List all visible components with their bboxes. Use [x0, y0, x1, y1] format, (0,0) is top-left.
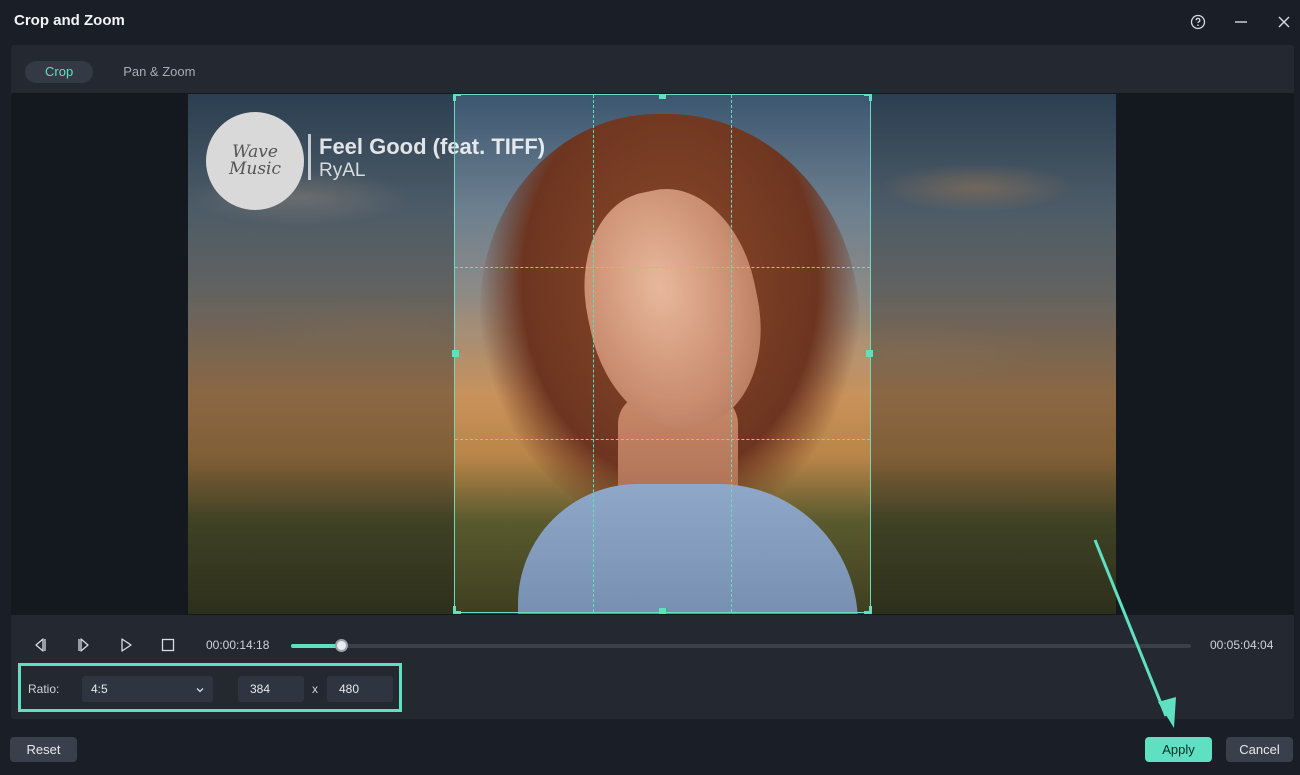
title-bar: Crop and Zoom: [0, 0, 1300, 44]
ratio-dropdown[interactable]: 4:5: [82, 676, 213, 702]
apply-button[interactable]: Apply: [1145, 737, 1212, 762]
video-preview: Wave Music Feel Good (feat. TIFF) RyAL: [188, 94, 1116, 614]
help-icon[interactable]: [1186, 10, 1210, 34]
reset-button[interactable]: Reset: [10, 737, 77, 762]
cancel-button[interactable]: Cancel: [1226, 737, 1293, 762]
song-artist: RyAL: [319, 160, 366, 181]
crop-dim-right: [871, 94, 1116, 614]
crop-height-field[interactable]: 480: [327, 676, 393, 702]
timeline-playhead[interactable]: [334, 639, 348, 652]
ratio-label: Ratio:: [28, 682, 60, 696]
crop-grid-line-h1: [455, 267, 870, 268]
crop-handle-top[interactable]: [659, 94, 666, 99]
crop-corner-top-right[interactable]: [864, 94, 872, 101]
minimize-icon[interactable]: [1229, 10, 1253, 34]
stop-icon[interactable]: [157, 634, 179, 656]
crop-corner-bottom-right[interactable]: [864, 606, 872, 614]
crop-handle-bottom[interactable]: [659, 608, 666, 614]
play-icon[interactable]: [115, 634, 137, 656]
dimension-separator: x: [312, 682, 318, 696]
crop-corner-bottom-left[interactable]: [453, 606, 461, 614]
logo-text-line2: Music: [228, 159, 282, 179]
timeline-slider[interactable]: [291, 639, 1191, 652]
crop-width-field[interactable]: 384: [238, 676, 304, 702]
crop-corner-top-left[interactable]: [453, 94, 461, 101]
step-back-icon[interactable]: [29, 634, 51, 656]
tab-pan-zoom[interactable]: Pan & Zoom: [103, 61, 215, 83]
tab-crop[interactable]: Crop: [25, 61, 94, 83]
close-icon[interactable]: [1272, 10, 1296, 34]
music-logo: Wave Music: [206, 112, 304, 210]
step-forward-icon[interactable]: [73, 634, 95, 656]
crop-grid-line-v2: [731, 95, 732, 612]
chevron-down-icon: [195, 684, 205, 698]
crop-grid-line-v1: [593, 95, 594, 612]
crop-handle-right[interactable]: [866, 350, 873, 357]
ratio-value: 4:5: [91, 682, 108, 696]
total-time: 00:05:04:04: [1210, 638, 1274, 652]
crop-frame[interactable]: [452, 94, 873, 614]
crop-grid-line-h2: [455, 439, 870, 440]
tab-bar: Crop Pan & Zoom: [25, 61, 215, 83]
main-panel: Crop Pan & Zoom Wave Music Feel Good (fe…: [11, 45, 1294, 719]
crop-handle-left[interactable]: [452, 350, 459, 357]
timeline-progress: [291, 644, 341, 648]
badge-divider: [308, 134, 311, 180]
window-title: Crop and Zoom: [14, 12, 125, 29]
current-time: 00:00:14:18: [206, 638, 270, 652]
